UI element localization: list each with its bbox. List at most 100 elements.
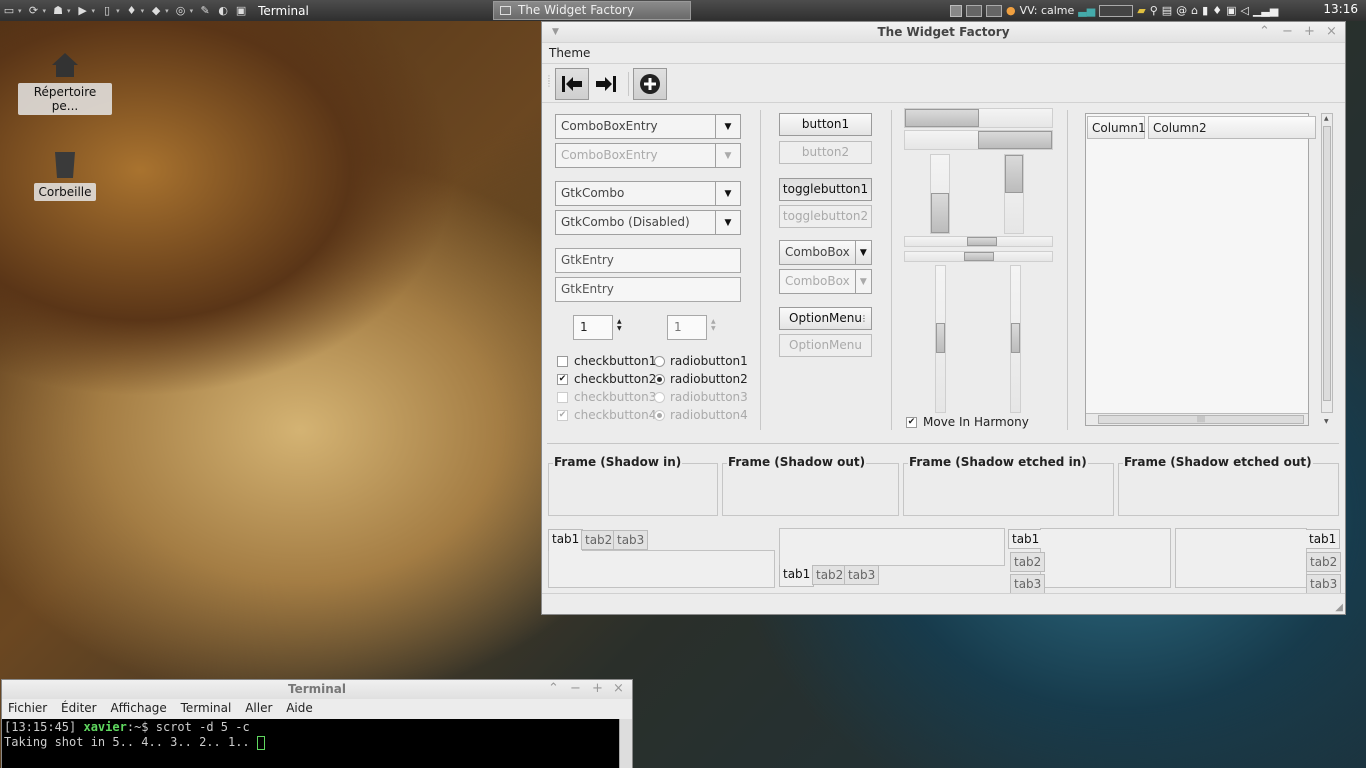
column-header-1[interactable]: Column1 <box>1087 116 1146 139</box>
maximize-icon[interactable]: + <box>1304 24 1315 39</box>
tab-right-1[interactable]: tab1 <box>1306 529 1340 549</box>
tab-left-1[interactable]: tab1 <box>1008 529 1041 549</box>
checkbox-checked-icon[interactable]: ✔ <box>906 416 917 428</box>
titlebar[interactable]: ▼ The Widget Factory ⌃ − + × <box>542 22 1345 43</box>
combo-text[interactable]: GtkCombo <box>556 182 715 205</box>
tree-view[interactable]: Column1 Column2 |||| <box>1085 113 1316 426</box>
menu-aller[interactable]: Aller <box>245 701 272 715</box>
column-header-2[interactable]: Column2 <box>1148 116 1316 139</box>
horizontal-scrollbar-2[interactable] <box>904 130 1053 150</box>
mail-icon[interactable]: @ <box>1176 4 1187 17</box>
shade-icon[interactable]: ⌃ <box>548 681 559 696</box>
folder-icon[interactable]: ▰ <box>1137 4 1145 17</box>
tree-vscrollbar[interactable]: ▲ ▼ <box>1321 113 1333 425</box>
checkbutton-1[interactable]: checkbutton1 <box>557 352 656 370</box>
dropdown-arrow-icon[interactable]: ▼ <box>854 241 871 264</box>
scroll-down-icon[interactable]: ▼ <box>1324 418 1329 425</box>
terminal-scrollbar[interactable] <box>619 719 632 768</box>
tab-left-3[interactable]: tab3 <box>1010 574 1046 594</box>
minimize-icon[interactable]: − <box>1282 24 1293 39</box>
combo-text[interactable]: ComboBoxEntry <box>556 115 715 138</box>
menu-affichage[interactable]: Affichage <box>110 701 166 715</box>
resize-grip-icon[interactable]: ◢ <box>1335 602 1343 613</box>
tab-top-2[interactable]: tab2 <box>581 530 617 550</box>
menu-aide[interactable]: Aide <box>286 701 313 715</box>
browser-icon[interactable]: ◐ <box>216 4 230 17</box>
scale-slider[interactable] <box>967 237 997 246</box>
scroll-thumb[interactable]: |||| <box>1098 415 1304 424</box>
scroll-thumb[interactable] <box>1005 155 1023 193</box>
vertical-scrollbar-1[interactable] <box>930 154 950 234</box>
lock-icon[interactable]: ⌂ <box>1191 4 1198 17</box>
checkbox-checked-icon[interactable]: ✔ <box>557 373 568 385</box>
shade-icon[interactable]: ⌃ <box>1259 24 1270 39</box>
spin-arrows-icon[interactable]: ▲ ▼ <box>617 318 622 332</box>
dropdown-arrow-icon[interactable]: ▼ <box>715 182 740 205</box>
menu-icon[interactable]: ▭ <box>2 4 16 17</box>
radio-icon[interactable] <box>654 355 665 367</box>
hscale-2[interactable] <box>904 251 1053 262</box>
display-icon[interactable]: ▣ <box>1226 4 1236 17</box>
monitor-icon[interactable] <box>950 4 962 17</box>
tab-top-3[interactable]: tab3 <box>613 530 649 550</box>
tab-right-2[interactable]: tab2 <box>1306 552 1342 572</box>
tree-hscrollbar[interactable]: |||| <box>1086 413 1308 425</box>
close-icon[interactable]: × <box>1326 24 1337 39</box>
spinbutton-1[interactable]: 1 <box>573 315 613 340</box>
drop-icon[interactable]: ♦ <box>125 4 139 17</box>
workspace-switcher-2[interactable] <box>986 4 1002 17</box>
scale-slider[interactable] <box>1011 323 1020 353</box>
radio-selected-icon[interactable] <box>654 373 665 385</box>
hscale-1[interactable] <box>904 236 1053 247</box>
dropdown-arrow-icon[interactable]: ▼ <box>715 115 740 138</box>
radiobutton-2[interactable]: radiobutton2 <box>654 370 748 388</box>
close-icon[interactable]: × <box>613 681 624 696</box>
vscale-1[interactable] <box>935 265 946 413</box>
titlebar[interactable]: Terminal ⌃ − + × <box>2 680 632 699</box>
vscale-2[interactable] <box>1010 265 1021 413</box>
menu-terminal[interactable]: Terminal <box>181 701 232 715</box>
menu-theme[interactable]: Theme <box>549 46 590 60</box>
button1[interactable]: button1 <box>779 113 872 136</box>
terminal-icon[interactable]: ▣ <box>234 4 248 17</box>
checkbox-icon[interactable] <box>557 355 568 367</box>
tools-icon[interactable]: ✎ <box>198 4 212 17</box>
tab-bottom-1[interactable]: tab1 <box>779 565 815 587</box>
tab-top-1[interactable]: tab1 <box>548 529 584 551</box>
system-icon[interactable]: ◎ <box>174 4 188 17</box>
keyboard-icon[interactable]: ▤ <box>1162 4 1172 17</box>
desktop-icon-trash[interactable]: Corbeille <box>32 148 98 201</box>
last-button[interactable] <box>589 68 623 100</box>
gtkentry-1[interactable]: GtkEntry <box>555 248 741 273</box>
optionmenu-1[interactable]: OptionMenu ⋮ <box>779 307 872 330</box>
maximize-icon[interactable]: + <box>592 681 603 696</box>
scroll-thumb[interactable] <box>1323 126 1331 401</box>
radiobutton-1[interactable]: radiobutton1 <box>654 352 748 370</box>
places-icon[interactable]: ⟳ <box>27 4 41 17</box>
horizontal-scrollbar-1[interactable] <box>904 108 1053 128</box>
workspace-switcher[interactable] <box>966 4 982 17</box>
scroll-thumb[interactable] <box>978 131 1052 149</box>
terminal-screen[interactable]: [13:15:45] xavier:~$ scrot -d 5 -c Takin… <box>2 719 620 768</box>
volume-icon[interactable]: ◁ <box>1240 4 1248 17</box>
document-icon[interactable]: ▯ <box>100 4 114 17</box>
desktop-icon-home[interactable]: Répertoire pe... <box>18 50 112 115</box>
menu-editer[interactable]: Éditer <box>61 701 97 715</box>
taskbar-button-widget-factory[interactable]: The Widget Factory <box>493 1 691 20</box>
play-icon[interactable]: ▶ <box>76 4 90 17</box>
search-icon[interactable]: ⚲ <box>1150 4 1158 17</box>
checkbutton-2[interactable]: ✔ checkbutton2 <box>557 370 656 388</box>
tab-left-2[interactable]: tab2 <box>1010 552 1046 572</box>
move-in-harmony-check[interactable]: ✔ Move In Harmony <box>906 413 1029 431</box>
scroll-thumb[interactable] <box>905 109 979 127</box>
menu-fichier[interactable]: Fichier <box>8 701 47 715</box>
togglebutton1[interactable]: togglebutton1 <box>779 178 872 201</box>
first-button[interactable] <box>555 68 589 100</box>
toolbar-handle[interactable]: ⋮ ⋮ <box>545 75 553 88</box>
comboboxentry-1[interactable]: ComboBoxEntry ▼ <box>555 114 741 139</box>
vertical-scrollbar-2[interactable] <box>1004 154 1024 234</box>
scroll-up-icon[interactable]: ▲ <box>1324 115 1329 122</box>
gtkcombo[interactable]: GtkCombo ▼ <box>555 181 741 206</box>
add-button[interactable] <box>633 68 667 100</box>
tab-right-3[interactable]: tab3 <box>1306 574 1342 594</box>
